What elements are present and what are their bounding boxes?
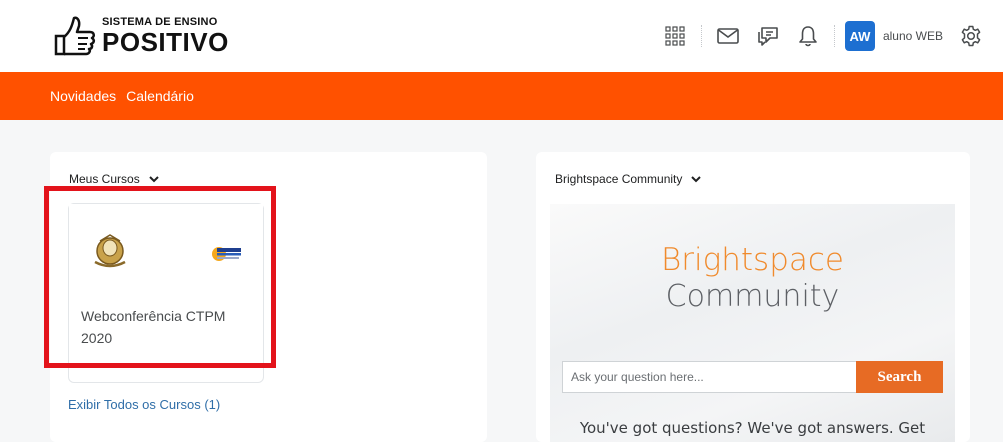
community-search: Search <box>562 361 943 393</box>
gear-icon <box>961 25 981 47</box>
top-header: SISTEMA DE ENSINO POSITIVO AW aluno WEB <box>0 0 1003 72</box>
widget-title-label: Brightspace Community <box>555 172 683 186</box>
course-card[interactable]: Webconferência CTPM 2020 <box>68 203 264 383</box>
username[interactable]: aluno WEB <box>883 29 943 43</box>
logo-line2: POSITIVO <box>102 27 229 57</box>
grid-icon <box>665 26 685 46</box>
header-tools: AW aluno WEB <box>655 0 1003 72</box>
course-selector-button[interactable] <box>655 16 695 56</box>
course-name[interactable]: Webconferência CTPM 2020 <box>81 305 251 349</box>
update-alerts-button[interactable] <box>788 16 828 56</box>
bell-icon <box>799 26 817 47</box>
my-courses-widget: Meus Cursos Webconferência CTPM 2020 Exi… <box>50 152 487 442</box>
thumbs-up-logo-icon <box>54 16 96 56</box>
main-navbar: Novidades Calendário <box>0 72 1003 120</box>
course-image <box>69 204 263 300</box>
envelope-icon <box>717 28 739 44</box>
brightspace-community-widget: Brightspace Community Brightspace Commun… <box>536 152 970 442</box>
positivo-logo[interactable]: SISTEMA DE ENSINO POSITIVO <box>50 8 240 64</box>
subscription-alerts-button[interactable] <box>748 16 788 56</box>
community-heading-brightspace: Brightspace <box>660 242 844 278</box>
chevron-down-icon <box>691 176 702 183</box>
divider <box>833 25 835 47</box>
nav-item-calendario[interactable]: Calendário <box>126 88 194 104</box>
widget-title-label: Meus Cursos <box>69 172 140 186</box>
view-all-courses-link[interactable]: Exibir Todos os Cursos (1) <box>68 397 220 412</box>
chevron-down-icon <box>148 176 159 183</box>
community-heading-community: Community <box>665 279 840 314</box>
avatar[interactable]: AW <box>844 21 875 51</box>
community-banner: Brightspace Community Search You've got … <box>550 204 955 442</box>
school-logo-icon <box>212 247 241 261</box>
chat-bubbles-icon <box>758 27 778 46</box>
widget-title-my-courses[interactable]: Meus Cursos <box>69 172 160 186</box>
widget-title-community[interactable]: Brightspace Community <box>555 172 702 186</box>
community-search-button[interactable]: Search <box>856 361 943 393</box>
logo-wordmark: SISTEMA DE ENSINO POSITIVO <box>102 17 229 57</box>
community-blurb: You've got questions? We've got answers.… <box>579 419 926 437</box>
nav-item-novidades[interactable]: Novidades <box>50 88 116 104</box>
message-alerts-button[interactable] <box>708 16 748 56</box>
settings-button[interactable] <box>951 16 991 56</box>
divider <box>700 25 702 47</box>
community-search-input[interactable] <box>562 361 856 393</box>
